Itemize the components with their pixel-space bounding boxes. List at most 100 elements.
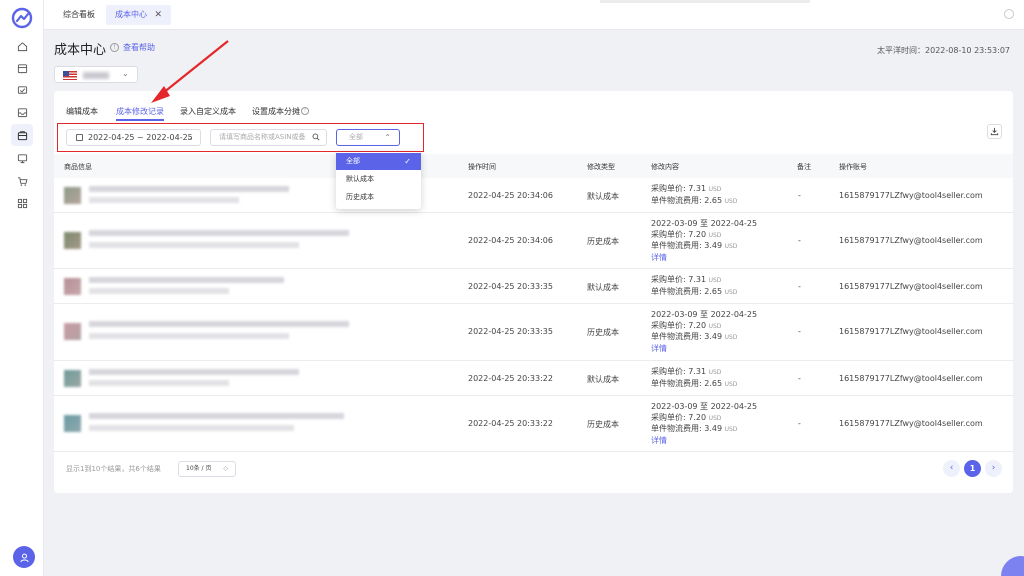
tab-dashboard[interactable]: 综合看板 bbox=[54, 5, 104, 25]
purchase-price: 采购单价: 7.20 bbox=[651, 229, 707, 239]
modify-content: 采购单价: 7.31 USD 单件物流费用: 2.65 USD bbox=[651, 184, 737, 207]
logo-icon[interactable] bbox=[11, 7, 33, 29]
table-header: 商品信息 操作时间 修改类型 修改内容 备注 操作账号 bbox=[54, 154, 1013, 178]
grid-icon[interactable] bbox=[11, 192, 33, 214]
modify-content: 2022-03-09 至 2022-04-25 采购单价: 7.20 USD 单… bbox=[651, 219, 757, 263]
blurred-product-sku bbox=[89, 242, 299, 248]
note: - bbox=[798, 419, 801, 428]
subtab-cost-history[interactable]: 成本修改记录 bbox=[116, 106, 164, 121]
chevron-down-icon: ⌄ bbox=[122, 69, 129, 78]
info-icon[interactable]: ! bbox=[301, 107, 309, 115]
option-all[interactable]: 全部 ✓ bbox=[336, 153, 421, 170]
blurred-product-title bbox=[89, 277, 284, 283]
date-range: 2022-03-09 至 2022-04-25 bbox=[651, 219, 758, 228]
detail-link[interactable]: 详情 bbox=[651, 253, 757, 264]
subtab-cost-allocation[interactable]: 设置成本分摊 bbox=[252, 106, 300, 117]
tab-label: 成本中心 bbox=[115, 10, 147, 19]
operation-time: 2022-04-25 20:33:22 bbox=[468, 419, 553, 428]
table-row: 2022-04-25 20:33:22 历史成本 2022-03-09 至 20… bbox=[54, 396, 1013, 452]
detail-link[interactable]: 详情 bbox=[651, 436, 757, 447]
search-icon[interactable] bbox=[312, 133, 320, 141]
blurred-product-sku bbox=[89, 425, 294, 431]
currency: USD bbox=[708, 186, 722, 193]
page-title: 成本中心 bbox=[54, 43, 107, 58]
currency: USD bbox=[708, 322, 722, 330]
floating-help-button[interactable] bbox=[1001, 556, 1024, 576]
page-size-value: 10条 / 页 bbox=[186, 465, 212, 472]
chart-check-icon[interactable] bbox=[11, 79, 33, 101]
info-icon[interactable]: ! bbox=[110, 43, 119, 52]
cost-box-icon[interactable] bbox=[11, 124, 33, 146]
product-thumbnail bbox=[64, 232, 81, 249]
top-tab-bar: 综合看板 成本中心 ✕ bbox=[44, 0, 1024, 30]
note: - bbox=[798, 327, 801, 336]
monitor-icon[interactable] bbox=[11, 147, 33, 169]
blurred-product-sku bbox=[89, 197, 239, 203]
option-history-cost[interactable]: 历史成本 bbox=[336, 189, 421, 206]
operation-time: 2022-04-25 20:34:06 bbox=[468, 236, 553, 245]
type-select[interactable]: 全部 ⌃ bbox=[336, 129, 400, 146]
purchase-price: 采购单价: 7.31 bbox=[651, 275, 707, 284]
home-icon[interactable] bbox=[11, 35, 33, 57]
help-link[interactable]: 查看帮助 bbox=[123, 42, 155, 53]
currency: USD bbox=[724, 426, 738, 433]
blurred-product-sku bbox=[89, 288, 229, 294]
date-range: 2022-03-09 至 2022-04-25 bbox=[651, 402, 758, 411]
blurred-product-title bbox=[89, 230, 349, 236]
pacific-time: 太平洋时间：2022-08-10 23:53:07 bbox=[877, 46, 1010, 55]
option-default-cost[interactable]: 默认成本 bbox=[336, 171, 421, 188]
col-time: 操作时间 bbox=[468, 163, 496, 171]
currency: USD bbox=[708, 231, 722, 239]
clock-icon[interactable] bbox=[1004, 9, 1014, 19]
package-icon[interactable] bbox=[11, 57, 33, 79]
prev-page-button[interactable]: ‹ bbox=[943, 460, 960, 477]
currency: USD bbox=[724, 243, 738, 250]
top-divider bbox=[600, 0, 810, 3]
us-flag-icon bbox=[63, 71, 77, 80]
user-icon[interactable] bbox=[13, 546, 35, 568]
operator-account: 1615879177LZfwy@tool4seller.com bbox=[839, 191, 983, 200]
option-label: 全部 bbox=[346, 157, 360, 165]
table-row: 2022-04-25 20:34:06 历史成本 2022-03-09 至 20… bbox=[54, 213, 1013, 269]
logistics-fee: 单件物流费用: 2.65 bbox=[651, 195, 723, 205]
col-content: 修改内容 bbox=[651, 163, 679, 171]
search-placeholder: 请填写商品名称或ASIN或备 bbox=[219, 133, 306, 141]
search-input[interactable]: 请填写商品名称或ASIN或备 bbox=[210, 129, 327, 146]
date-range-picker[interactable]: 2022-04-25 ~ 2022-04-25 ⌄ bbox=[66, 129, 201, 146]
blurred-product-title bbox=[89, 186, 289, 192]
currency: USD bbox=[708, 414, 722, 422]
modify-content: 采购单价: 7.31 USD 单件物流费用: 2.65 USD bbox=[651, 275, 737, 298]
detail-link[interactable]: 详情 bbox=[651, 344, 757, 355]
col-type: 修改类型 bbox=[587, 163, 615, 171]
subtab-custom-cost[interactable]: 录入自定义成本 bbox=[180, 106, 236, 117]
subtab-edit-cost[interactable]: 编辑成本 bbox=[66, 106, 98, 117]
logistics-fee: 单件物流费用: 3.49 bbox=[651, 241, 723, 250]
result-count: 显示1到10个结果，共6个结果 bbox=[66, 465, 161, 473]
next-page-button[interactable]: › bbox=[985, 460, 1002, 477]
logistics-fee: 单件物流费用: 2.65 bbox=[651, 378, 723, 388]
tab-cost-center[interactable]: 成本中心 ✕ bbox=[106, 5, 171, 25]
table-row: 2022-04-25 20:33:35 默认成本 采购单价: 7.31 USD … bbox=[54, 269, 1013, 304]
chevron-up-icon: ⌃ bbox=[384, 133, 391, 142]
page-button-current[interactable]: 1 bbox=[964, 460, 981, 477]
check-icon: ✓ bbox=[404, 157, 411, 166]
purchase-price: 采购单价: 7.20 bbox=[651, 412, 707, 422]
cart-icon[interactable] bbox=[11, 170, 33, 192]
currency: USD bbox=[724, 334, 738, 341]
blurred-product-title bbox=[89, 321, 349, 327]
operation-time: 2022-04-25 20:33:35 bbox=[468, 282, 553, 291]
product-thumbnail bbox=[64, 278, 81, 295]
operation-time: 2022-04-25 20:33:35 bbox=[468, 327, 553, 336]
product-thumbnail bbox=[64, 187, 81, 204]
close-icon[interactable]: ✕ bbox=[154, 5, 162, 25]
logistics-fee: 单件物流费用: 3.49 bbox=[651, 332, 723, 341]
table-row: 2022-04-25 20:33:35 历史成本 2022-03-09 至 20… bbox=[54, 304, 1013, 361]
download-button[interactable] bbox=[987, 124, 1002, 139]
page-size-select[interactable]: 10条 / 页 ◇ bbox=[178, 461, 236, 477]
note: - bbox=[798, 282, 801, 291]
operator-account: 1615879177LZfwy@tool4seller.com bbox=[839, 374, 983, 383]
country-selector[interactable]: ⌄ bbox=[54, 66, 138, 83]
inbox-icon[interactable] bbox=[11, 101, 33, 123]
table-row: 2022-04-25 20:33:22 默认成本 采购单价: 7.31 USD … bbox=[54, 361, 1013, 396]
date-range-value: 2022-04-25 ~ 2022-04-25 bbox=[88, 133, 193, 142]
